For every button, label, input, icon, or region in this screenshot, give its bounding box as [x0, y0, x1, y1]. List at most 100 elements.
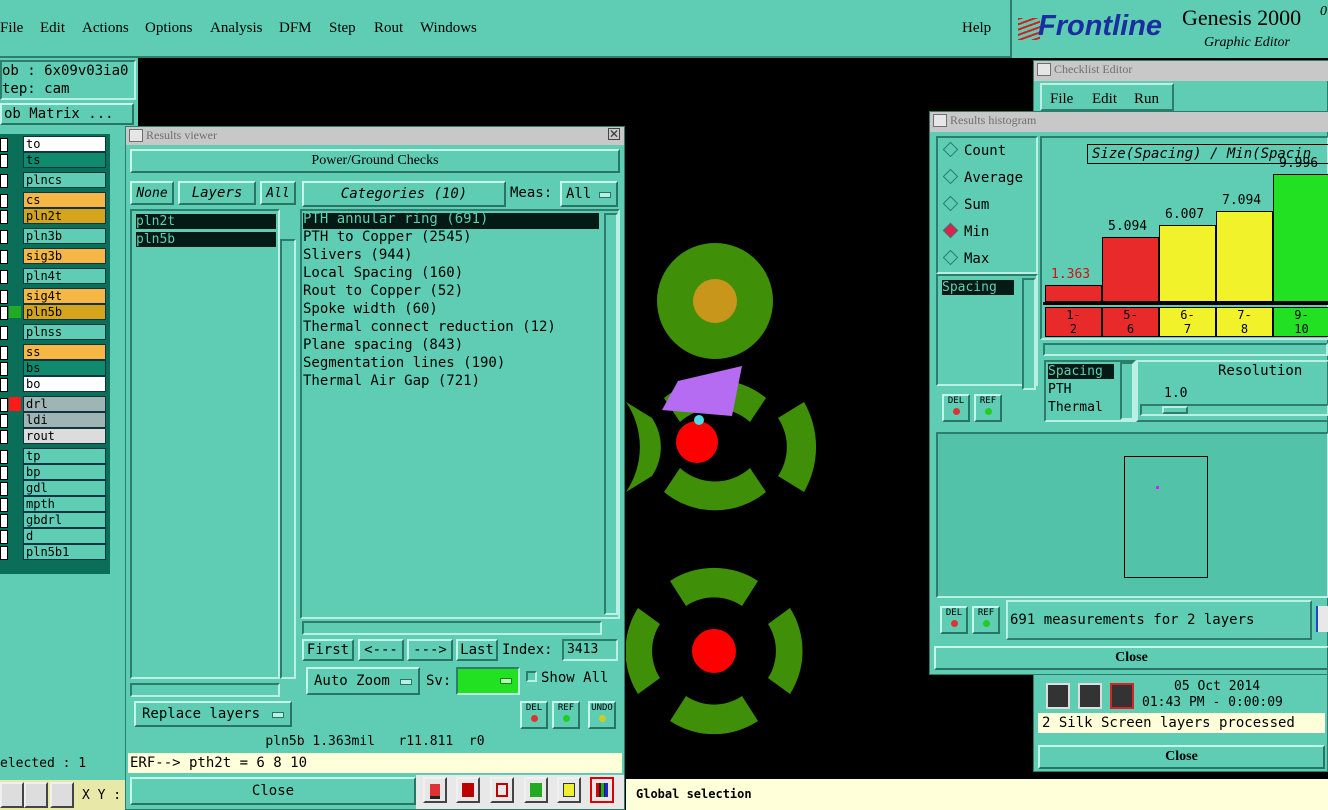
histogram-bar[interactable]: [1273, 174, 1328, 302]
histogram-ref-button-2[interactable]: REF: [972, 606, 1000, 634]
calc-icon[interactable]: [524, 777, 548, 803]
categories-scrollbar[interactable]: [604, 213, 618, 615]
layer-name[interactable]: gdl: [23, 480, 106, 496]
category-item[interactable]: Local Spacing (160): [303, 265, 463, 282]
menu-edit[interactable]: Edit: [40, 20, 65, 37]
layer-name[interactable]: ts: [23, 152, 106, 168]
second-list-scrollbar[interactable]: [1120, 362, 1134, 420]
layer-name[interactable]: mpth: [23, 496, 106, 512]
category-item[interactable]: Rout to Copper (52): [303, 283, 463, 300]
menu-actions[interactable]: Actions: [82, 20, 129, 37]
histogram-icon[interactable]: [590, 777, 614, 803]
measure-mode-radio[interactable]: Max: [942, 249, 989, 267]
layer-hscrollbar[interactable]: [130, 683, 280, 697]
histogram-bar[interactable]: [1045, 285, 1102, 302]
layer-row[interactable]: bs: [0, 360, 108, 376]
category-item[interactable]: Spoke width (60): [303, 301, 438, 318]
layer-name[interactable]: cs: [23, 192, 106, 208]
layer-checkbox[interactable]: [0, 514, 8, 528]
layer-item[interactable]: pln5b: [136, 232, 276, 247]
chart-hscrollbar[interactable]: [1043, 343, 1328, 356]
auto-zoom-dropdown[interactable]: Auto Zoom: [306, 667, 420, 695]
window-menu-icon[interactable]: [129, 129, 143, 142]
layer-checkbox[interactable]: [0, 230, 8, 244]
layer-checkbox[interactable]: [0, 450, 8, 464]
layer-checkbox[interactable]: [0, 290, 8, 304]
clear-icon[interactable]: [490, 777, 514, 803]
layer-shape-icon[interactable]: [423, 777, 447, 803]
layer-row[interactable]: ldi: [0, 412, 108, 428]
category-item[interactable]: Segmentation lines (190): [303, 355, 505, 372]
layer-row[interactable]: sig3b: [0, 248, 108, 264]
layer-row[interactable]: pln5b: [0, 304, 108, 320]
layer-row[interactable]: sig4t: [0, 288, 108, 304]
layer-row[interactable]: ss: [0, 344, 108, 360]
layer-name[interactable]: ldi: [23, 412, 106, 428]
layer-checkbox[interactable]: [0, 174, 8, 188]
snap-tool-icon[interactable]: [24, 782, 48, 808]
index-input[interactable]: 3413: [562, 639, 618, 661]
notes-icon[interactable]: [557, 777, 581, 803]
layer-row[interactable]: drl: [0, 396, 108, 412]
layer-row[interactable]: to: [0, 136, 108, 152]
histogram-del-button[interactable]: DEL: [942, 394, 970, 422]
sv-color-selector[interactable]: [456, 667, 520, 695]
layer-row[interactable]: pln3b: [0, 228, 108, 244]
category-item[interactable]: Slivers (944): [303, 247, 413, 264]
category-item[interactable]: Thermal Air Gap (721): [303, 373, 480, 390]
pdf-icon[interactable]: [456, 777, 480, 803]
stop-icon[interactable]: [1110, 683, 1134, 709]
replace-layers-dropdown[interactable]: Replace layers: [134, 701, 292, 727]
layer-name[interactable]: rout: [23, 428, 106, 444]
ref-button[interactable]: REF: [552, 701, 580, 729]
layer-item[interactable]: pln2t: [136, 214, 276, 229]
layer-name[interactable]: plncs: [23, 172, 106, 188]
close-icon[interactable]: ✕: [608, 128, 620, 140]
category-item[interactable]: Thermal connect reduction (12): [303, 319, 556, 336]
chart-export-icon[interactable]: [1316, 606, 1328, 632]
layer-checkbox[interactable]: [0, 346, 8, 360]
layer-name[interactable]: tp: [23, 448, 106, 464]
last-button[interactable]: Last: [456, 639, 498, 661]
layer-checkbox[interactable]: [0, 154, 8, 168]
run-icon[interactable]: [1046, 683, 1070, 709]
layer-checkbox[interactable]: [0, 546, 8, 560]
layer-name[interactable]: pln4t: [23, 268, 106, 284]
first-button[interactable]: First: [302, 639, 354, 661]
histogram-bar[interactable]: [1159, 225, 1216, 302]
layer-name[interactable]: pln2t: [23, 208, 106, 224]
results-close-button[interactable]: Close: [130, 777, 416, 805]
window-menu-icon[interactable]: [933, 114, 947, 127]
menu-rout[interactable]: Rout: [374, 20, 403, 37]
layer-name[interactable]: to: [23, 136, 106, 152]
window-menu-icon[interactable]: [1037, 63, 1051, 76]
measure-tool-icon[interactable]: [0, 782, 24, 808]
layer-name[interactable]: pln5b: [23, 304, 106, 320]
measure-mode-radio[interactable]: Min: [942, 222, 989, 240]
run-selected-icon[interactable]: [1078, 683, 1102, 709]
histogram-bar[interactable]: [1102, 237, 1159, 302]
highlighted-feature[interactable]: [662, 366, 742, 416]
layer-checkbox[interactable]: [0, 326, 8, 340]
layer-name[interactable]: d: [23, 528, 106, 544]
layer-row[interactable]: rout: [0, 428, 108, 444]
layer-row[interactable]: plnss: [0, 324, 108, 340]
none-button[interactable]: None: [130, 181, 174, 205]
category-item[interactable]: PTH annular ring (691): [303, 211, 488, 228]
layer-name[interactable]: plnss: [23, 324, 106, 340]
checklist-titlebar[interactable]: Checklist Editor: [1034, 61, 1328, 81]
resolution-slider[interactable]: [1140, 404, 1328, 416]
measure-mode-radio[interactable]: Count: [942, 141, 1006, 159]
layer-row[interactable]: ts: [0, 152, 108, 168]
menu-file[interactable]: File: [0, 20, 23, 37]
layer-checkbox[interactable]: [0, 498, 8, 512]
layer-row[interactable]: bo: [0, 376, 108, 392]
layer-row[interactable]: tp: [0, 448, 108, 464]
layer-checkbox[interactable]: [0, 482, 8, 496]
layer-checkbox[interactable]: [0, 138, 8, 152]
layer-row[interactable]: pln5b1: [0, 544, 108, 560]
next-button[interactable]: --->: [407, 639, 453, 661]
checklist-menu-run[interactable]: Run: [1134, 91, 1159, 108]
layer-checkbox[interactable]: [0, 306, 8, 320]
prev-button[interactable]: <---: [358, 639, 404, 661]
